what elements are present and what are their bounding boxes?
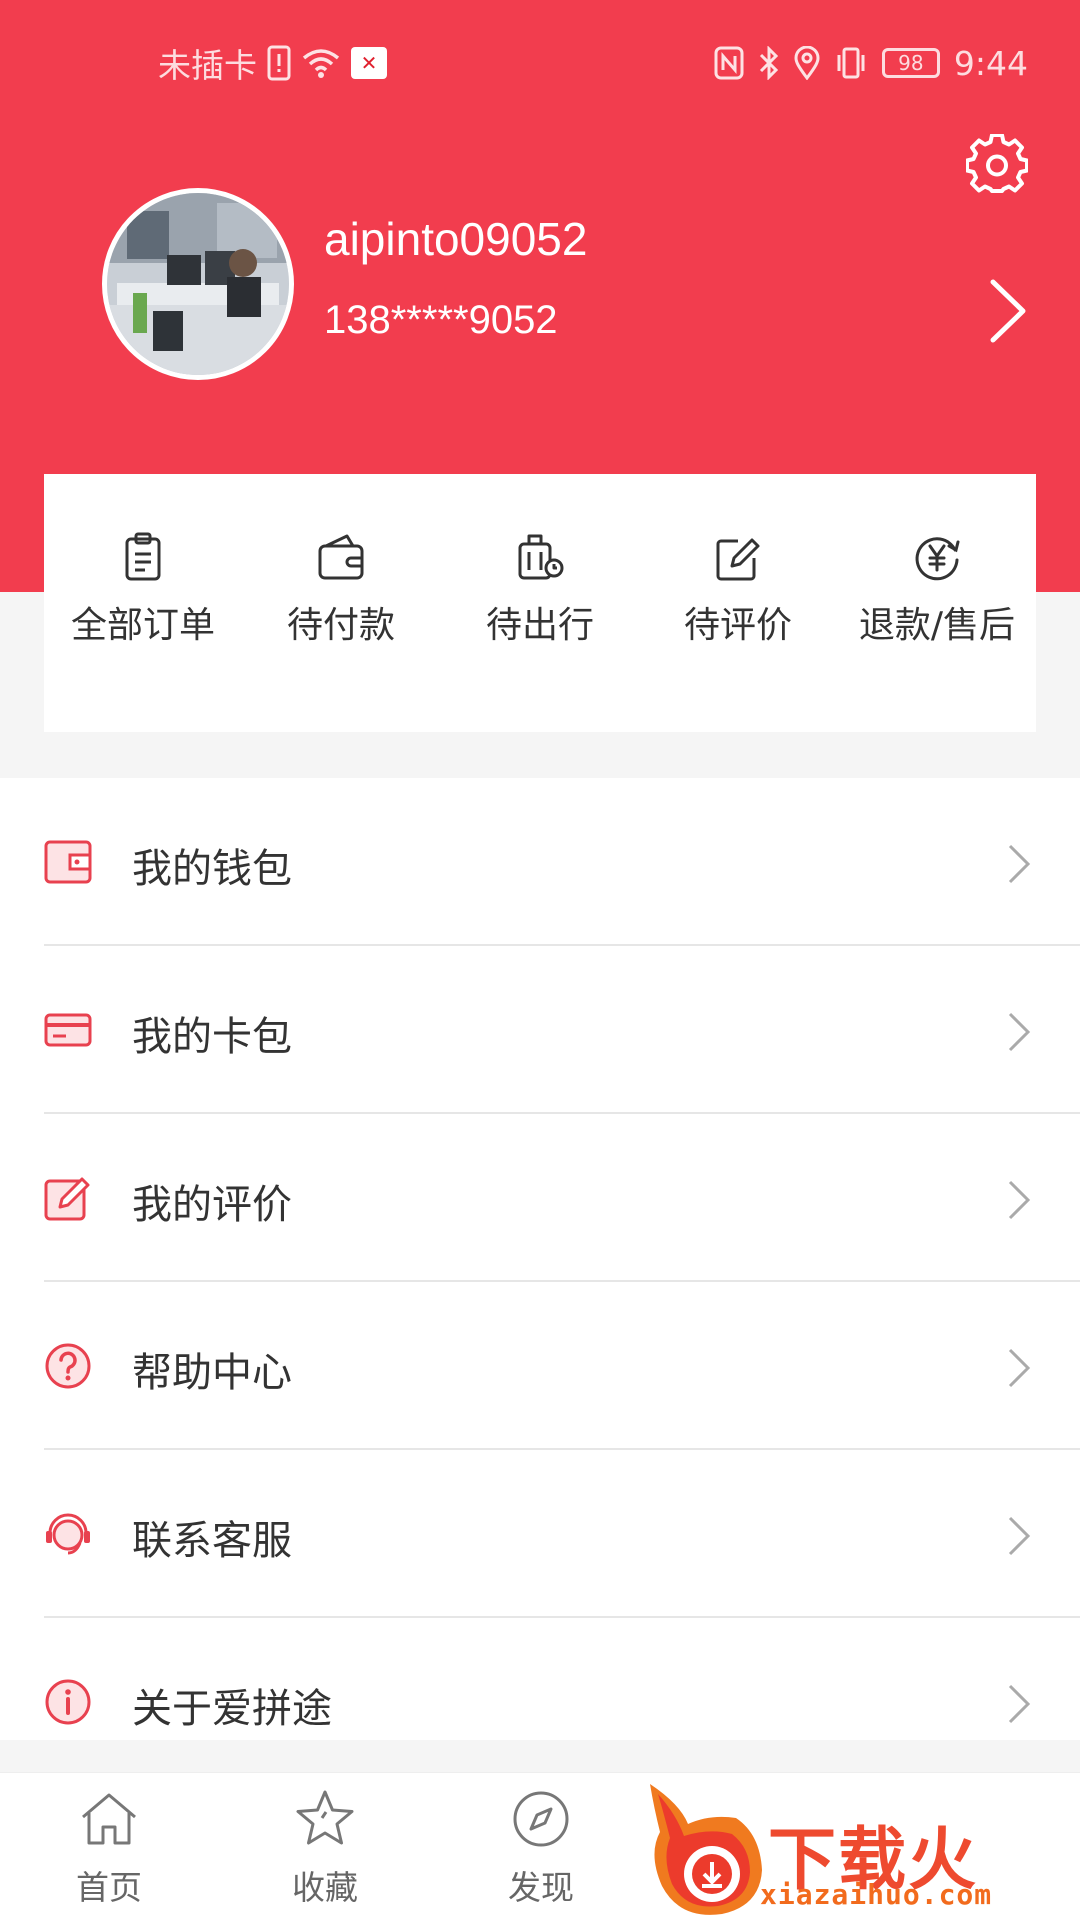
chevron-right-icon: [1006, 842, 1032, 886]
menu-label: 联系客服: [132, 1518, 292, 1564]
chevron-right-icon: [1006, 1514, 1032, 1558]
nav-item-discover[interactable]: 发现: [466, 1787, 616, 1917]
orders-card: 全部订单 待付款 待出行 待评价 退款/售后: [44, 474, 1036, 732]
home-icon: [77, 1787, 141, 1851]
battery-icon: 98: [881, 48, 940, 78]
luggage-icon: [516, 532, 564, 582]
menu-label: 我的评价: [132, 1182, 292, 1228]
menu-item-wallet[interactable]: 我的钱包: [0, 778, 1080, 946]
menu-item-customer-service[interactable]: 联系客服: [0, 1450, 1080, 1618]
wifi-icon: [301, 43, 341, 83]
help-icon: [44, 1339, 92, 1393]
nfc-icon: [714, 43, 744, 83]
menu-label: 我的卡包: [132, 1014, 292, 1060]
profile-chevron-right-icon[interactable]: [985, 276, 1031, 346]
phone-number-text: 138*****9052: [324, 298, 558, 342]
order-label: 待付款: [286, 605, 395, 646]
watermark-logo: 下载火 xiazaihuo.com: [640, 1774, 1080, 1920]
info-icon: [44, 1675, 92, 1729]
clipboard-icon: [119, 532, 167, 582]
edit-icon: [44, 1171, 92, 1225]
watermark-url: xiazaihuo.com: [760, 1878, 993, 1911]
chevron-right-icon: [1006, 1682, 1032, 1726]
chevron-right-icon: [1006, 1178, 1032, 1222]
order-pending-payment[interactable]: 待付款: [242, 532, 440, 662]
app-notification-icon: ✕: [351, 47, 387, 79]
nav-label: 收藏: [292, 1868, 358, 1907]
order-refund[interactable]: 退款/售后: [838, 532, 1036, 662]
menu-item-reviews[interactable]: 我的评价: [0, 1114, 1080, 1282]
carrier-text: 未插卡: [158, 46, 257, 85]
menu-label: 我的钱包: [132, 846, 292, 892]
wallet-icon: [44, 835, 92, 889]
menu-label: 帮助中心: [132, 1350, 292, 1396]
star-icon: [293, 1787, 357, 1851]
profile-page: 未插卡 ✕ 98 9:44 aipinto09052 138*****9052 …: [0, 0, 1080, 1920]
username-text: aipinto09052: [324, 213, 588, 265]
nav-item-favorites[interactable]: 收藏: [250, 1787, 400, 1917]
nav-label: 首页: [76, 1868, 142, 1907]
settings-menu: 我的钱包 我的卡包 我的评价 帮助中心 联系客服 关于爱拼途: [0, 778, 1080, 1740]
menu-item-cards[interactable]: 我的卡包: [0, 946, 1080, 1114]
status-bar: 未插卡 ✕ 98 9:44: [0, 38, 1080, 88]
flame-download-icon: [650, 1784, 762, 1915]
card-icon: [44, 1003, 92, 1057]
compass-icon: [509, 1787, 573, 1851]
location-icon: [794, 43, 820, 83]
edit-icon: [714, 532, 762, 582]
avatar[interactable]: [102, 188, 294, 380]
yuan-refund-icon: [913, 532, 961, 582]
menu-item-about[interactable]: 关于爱拼途: [0, 1618, 1080, 1786]
settings-gear-icon[interactable]: [965, 133, 1029, 196]
order-all[interactable]: 全部订单: [44, 532, 242, 662]
order-label: 退款/售后: [858, 605, 1016, 646]
order-pending-review[interactable]: 待评价: [639, 532, 837, 662]
order-label: 全部订单: [70, 605, 215, 646]
nav-item-home[interactable]: 首页: [34, 1787, 184, 1917]
menu-label: 关于爱拼途: [132, 1686, 332, 1732]
chevron-right-icon: [1006, 1010, 1032, 1054]
chevron-right-icon: [1006, 1346, 1032, 1390]
clock-text: 9:44: [953, 43, 1028, 83]
sim-alert-icon: [267, 43, 291, 83]
headset-icon: [44, 1507, 92, 1561]
vibrate-icon: [834, 43, 868, 83]
order-label: 待评价: [683, 605, 792, 646]
menu-item-help[interactable]: 帮助中心: [0, 1282, 1080, 1450]
nav-label: 发现: [508, 1868, 574, 1907]
wallet-icon: [317, 532, 365, 582]
bluetooth-icon: [758, 43, 780, 83]
order-pending-trip[interactable]: 待出行: [441, 532, 639, 662]
order-label: 待出行: [485, 605, 594, 646]
